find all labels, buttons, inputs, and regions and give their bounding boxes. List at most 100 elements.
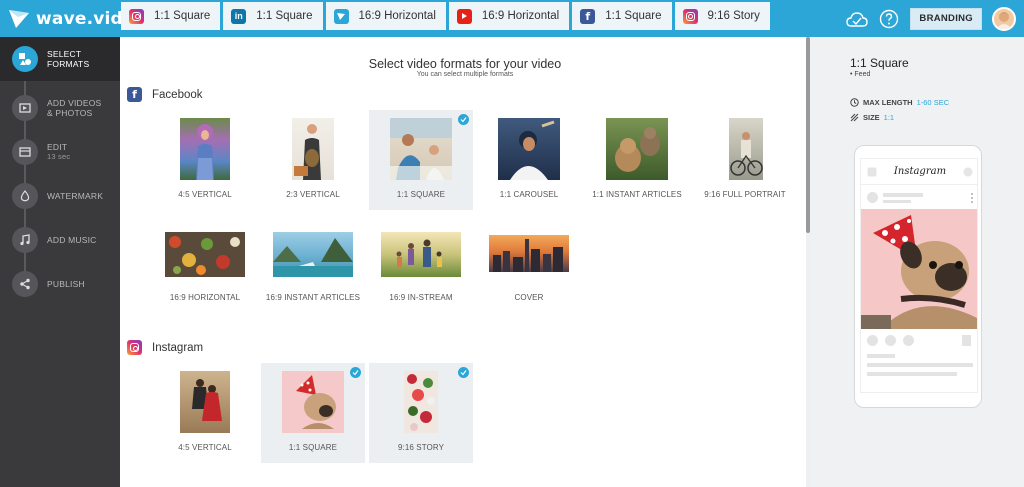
tab-linkedin-square[interactable]: in 1:1 Square xyxy=(223,2,323,30)
tab-label: 16:9 Horizontal xyxy=(358,10,436,22)
tab-label: 16:9 Horizontal xyxy=(481,10,560,22)
format-thumbnail xyxy=(729,118,763,180)
like-icon xyxy=(867,335,878,346)
section-label: Instagram xyxy=(152,341,204,354)
drop-icon xyxy=(12,183,38,209)
format-thumbnail xyxy=(165,232,245,277)
caption-placeholder xyxy=(867,372,957,376)
post-avatar xyxy=(867,192,878,203)
step-label: WATERMARK xyxy=(47,191,104,201)
format-card-fb-1-1-square[interactable]: 1:1 SQUARE xyxy=(369,110,473,210)
section-label: Facebook xyxy=(152,88,203,101)
instagram-icon xyxy=(682,8,698,24)
format-thumbnail xyxy=(404,371,438,433)
formats-panel: Select video formats for your video You … xyxy=(120,37,810,487)
resize-icon xyxy=(850,113,859,122)
media-icon xyxy=(12,95,38,121)
format-card-fb-16-9-horizontal[interactable]: 16:9 HORIZONTAL xyxy=(153,225,257,325)
format-label: 2:3 VERTICAL xyxy=(286,190,340,199)
format-label: 16:9 INSTANT ARTICLES xyxy=(265,293,361,302)
phone-preview: Instagram xyxy=(854,145,982,408)
format-card-ig-4-5-vertical[interactable]: 4:5 VERTICAL xyxy=(153,363,257,463)
post-image-pug xyxy=(861,209,977,329)
section-instagram: Instagram xyxy=(127,340,203,355)
format-thumbnail xyxy=(292,118,334,180)
preview-subtitle: • Feed xyxy=(850,71,871,78)
avatar[interactable] xyxy=(992,6,1016,31)
step-select-formats[interactable]: SELECT FORMATS xyxy=(0,37,128,81)
caption-placeholder xyxy=(867,363,973,367)
preview-panel: 1:1 Square • Feed MAX LENGTH 1-60 SEC SI… xyxy=(810,37,1024,487)
format-label: 9:16 FULL PORTRAIT xyxy=(704,190,786,199)
facebook-icon: f xyxy=(127,87,142,102)
page-subtitle: You can select multiple formats xyxy=(416,71,514,78)
tab-label: 1:1 Square xyxy=(256,10,313,22)
step-label: PUBLISH xyxy=(47,279,85,289)
section-facebook: f Facebook xyxy=(127,87,203,102)
max-length-row: MAX LENGTH 1-60 SEC xyxy=(850,98,949,107)
format-card-fb-9-16-full-portrait[interactable]: 9:16 FULL PORTRAIT xyxy=(693,110,797,210)
likes-placeholder xyxy=(867,354,895,358)
step-publish[interactable]: PUBLISH xyxy=(0,262,120,306)
format-thumbnail xyxy=(180,371,230,433)
format-card-fb-16-9-in-stream[interactable]: 16:9 IN-STREAM xyxy=(369,225,473,325)
bookmark-icon xyxy=(962,335,971,346)
format-thumbnail xyxy=(390,118,452,180)
instagram-icon xyxy=(129,8,144,24)
max-length-value: 1-60 SEC xyxy=(916,98,950,107)
step-label: SELECT FORMATS xyxy=(47,49,90,69)
format-card-fb-1-1-carousel[interactable]: 1:1 CAROUSEL xyxy=(477,110,581,210)
instagram-icon xyxy=(127,340,142,355)
more-icon xyxy=(971,192,973,203)
format-label: 4:5 VERTICAL xyxy=(178,443,232,452)
music-icon xyxy=(12,227,38,253)
film-icon xyxy=(12,139,38,165)
steps-sidebar: SELECT FORMATS ADD VIDEOS & PHOTOS EDIT 13 … xyxy=(0,37,128,487)
tab-twitter-horizontal[interactable]: 16:9 Horizontal xyxy=(325,2,446,30)
step-add-videos[interactable]: ADD VIDEOS & PHOTOS xyxy=(0,86,120,130)
format-thumbnail xyxy=(273,232,353,277)
size-label: SIZE xyxy=(863,113,880,122)
step-label: ADD MUSIC xyxy=(47,235,97,245)
format-card-ig-9-16-story[interactable]: 9:16 STORY xyxy=(369,363,473,463)
size-row: SIZE 1:1 xyxy=(850,113,894,122)
tab-facebook-square[interactable]: f 1:1 Square xyxy=(572,2,672,30)
format-label: 1:1 SQUARE xyxy=(288,443,338,452)
post-location-placeholder xyxy=(883,200,911,203)
format-card-fb-cover[interactable]: COVER xyxy=(477,225,581,325)
tab-label: 1:1 Square xyxy=(154,10,211,22)
top-bar: wave.video 1:1 Square in 1:1 Square 16:9… xyxy=(0,0,1024,37)
step-add-music[interactable]: ADD MUSIC xyxy=(0,218,120,262)
format-thumbnail xyxy=(489,235,569,272)
page-title: Select video formats for your video xyxy=(368,57,562,71)
format-card-ig-1-1-square[interactable]: 1:1 SQUARE xyxy=(261,363,365,463)
format-card-fb-2-3-vertical[interactable]: 2:3 VERTICAL xyxy=(261,110,365,210)
tab-instagram-story[interactable]: 9:16 Story xyxy=(674,2,770,30)
tab-label: 9:16 Story xyxy=(707,10,760,22)
comment-icon xyxy=(885,335,896,346)
instagram-header: Instagram xyxy=(861,159,977,185)
format-card-fb-16-9-instant-articles[interactable]: 16:9 INSTANT ARTICLES xyxy=(261,225,365,325)
format-label: 1:1 INSTANT ARTICLES xyxy=(592,190,682,199)
instagram-wordmark: Instagram xyxy=(893,166,947,177)
preview-title: 1:1 Square xyxy=(850,56,909,70)
format-thumbnail xyxy=(606,118,668,180)
post-username-placeholder xyxy=(883,193,923,197)
tab-label: 1:1 Square xyxy=(605,10,662,22)
branding-button[interactable]: BRANDING xyxy=(910,7,982,30)
tab-instagram-square[interactable]: 1:1 Square xyxy=(121,2,221,30)
shapes-icon xyxy=(12,46,38,72)
format-card-fb-1-1-instant-articles[interactable]: 1:1 INSTANT ARTICLES xyxy=(585,110,689,210)
step-edit[interactable]: EDIT 13 sec xyxy=(0,130,120,174)
format-label: 9:16 STORY xyxy=(397,443,445,452)
cloud-check-icon[interactable] xyxy=(846,8,869,30)
size-value: 1:1 xyxy=(883,113,895,122)
check-icon xyxy=(458,367,469,378)
step-watermark[interactable]: WATERMARK xyxy=(0,174,120,218)
help-icon[interactable] xyxy=(878,8,900,30)
format-card-fb-4-5-vertical[interactable]: 4:5 VERTICAL xyxy=(153,110,257,210)
format-label: 16:9 HORIZONTAL xyxy=(169,293,241,302)
tab-youtube-horizontal[interactable]: 16:9 Horizontal xyxy=(448,2,570,30)
format-thumbnail xyxy=(282,371,344,433)
facebook-icon: f xyxy=(580,8,596,24)
